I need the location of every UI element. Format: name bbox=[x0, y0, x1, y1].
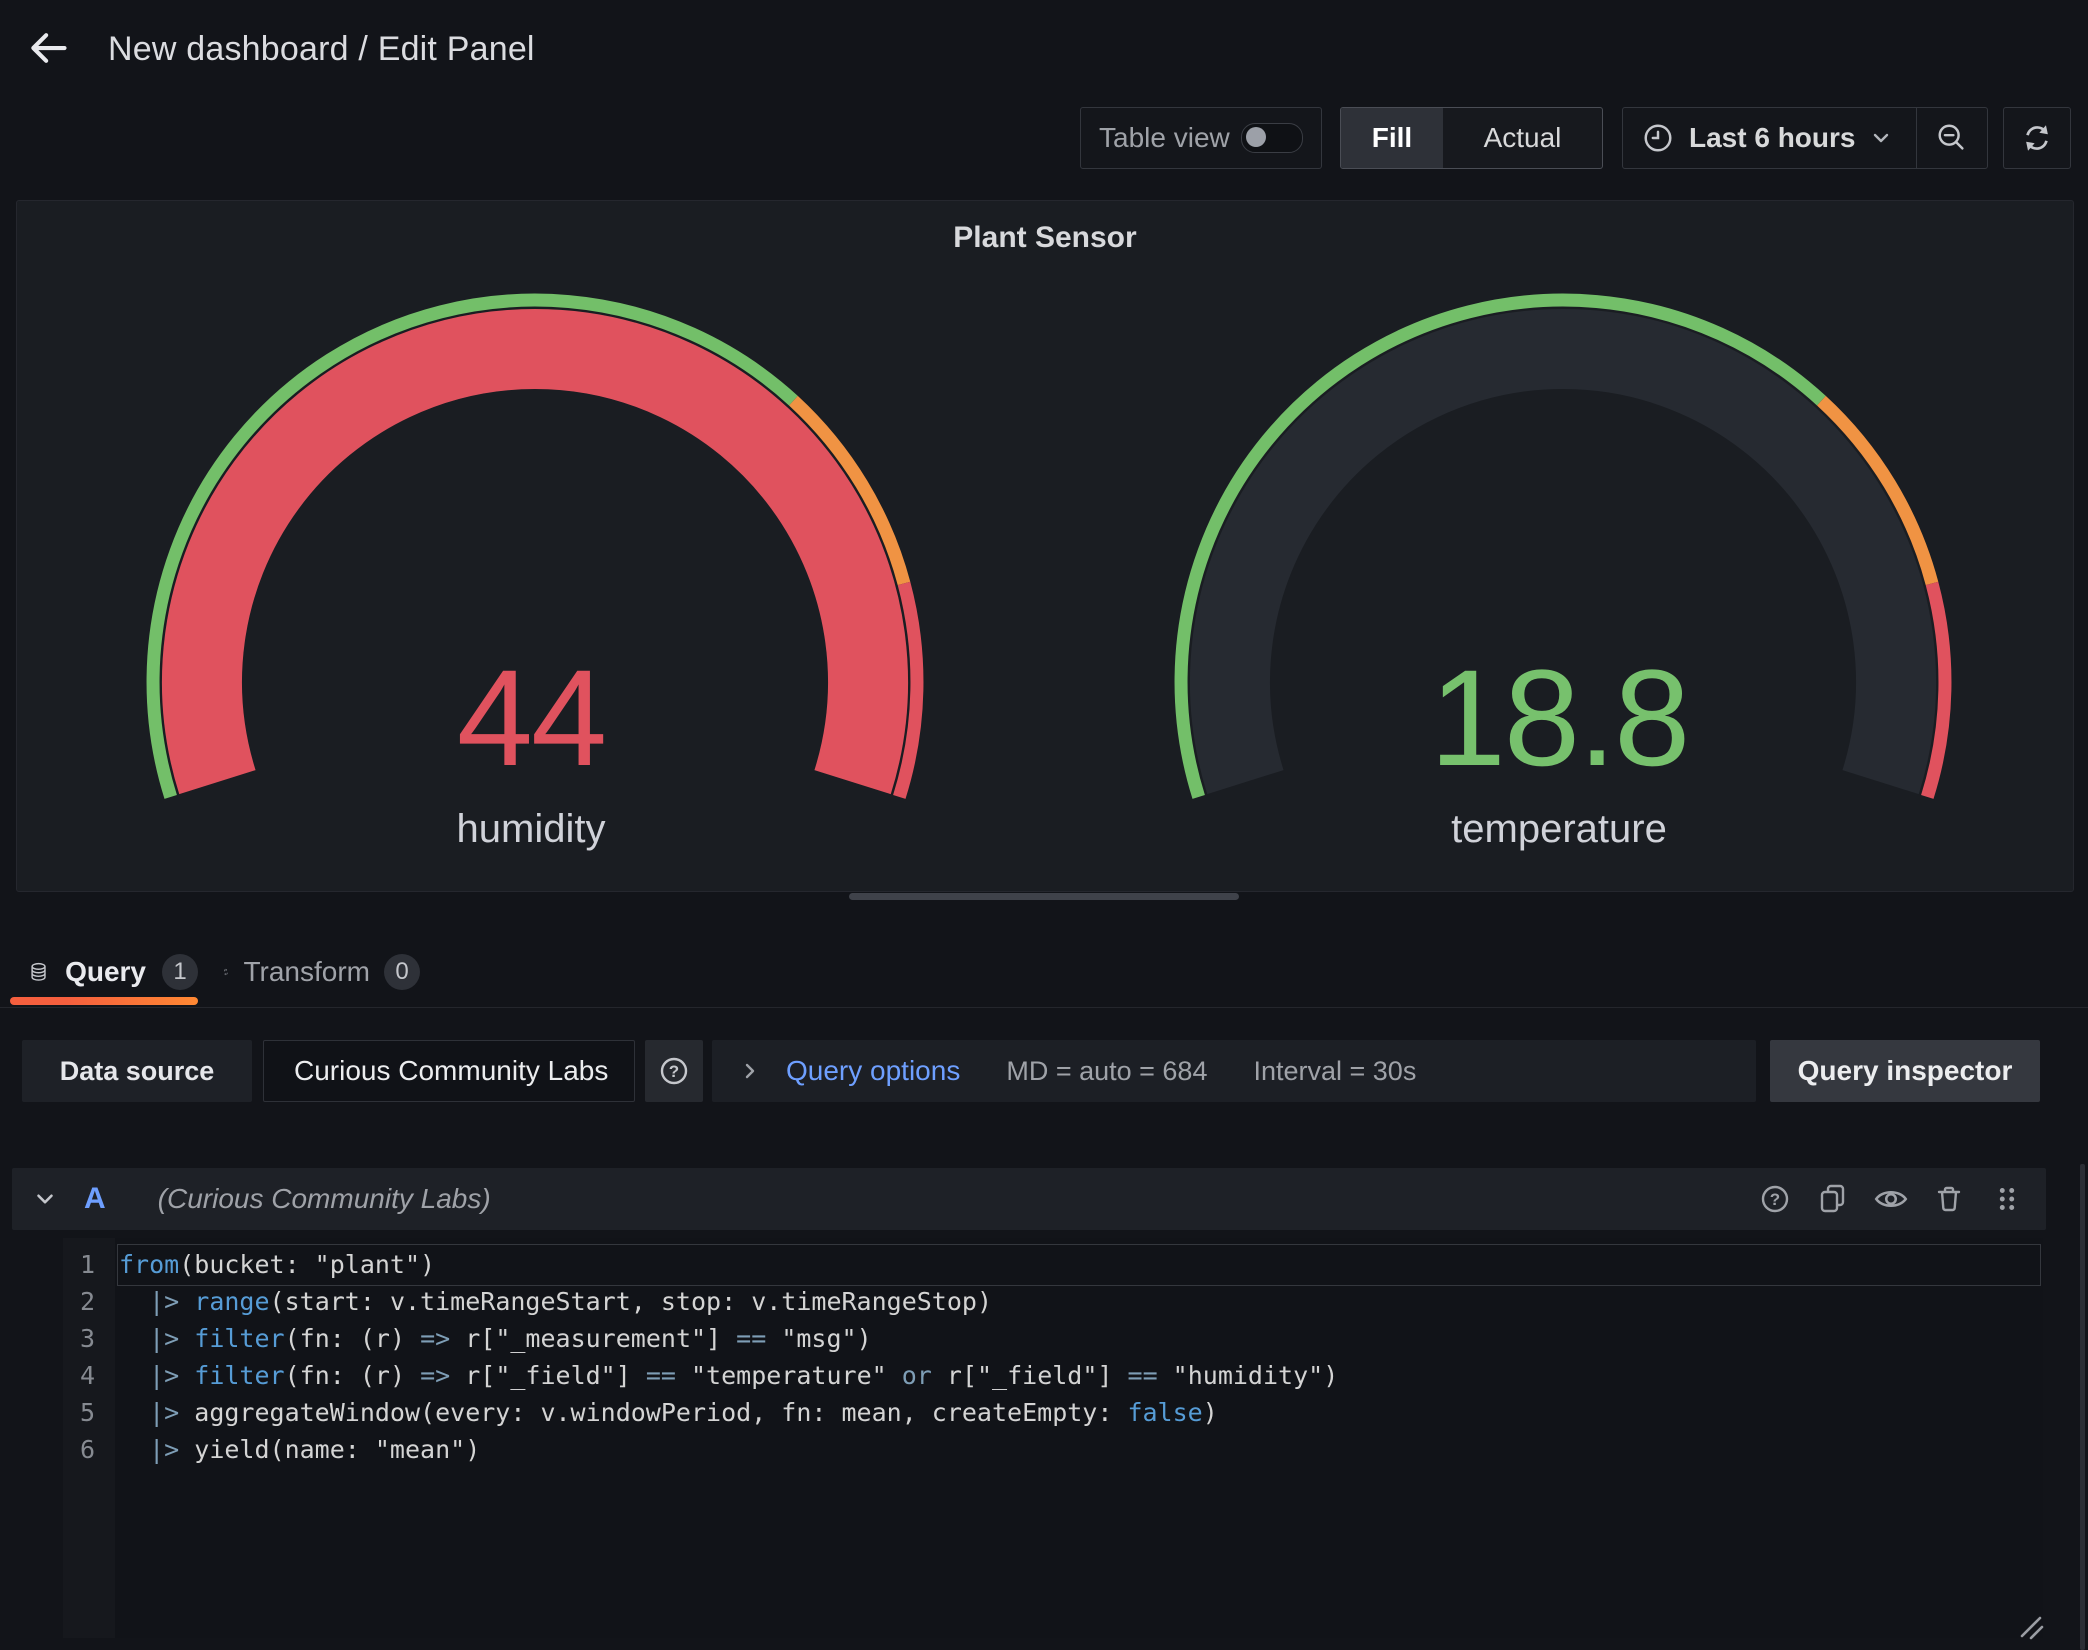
time-range-label: Last 6 hours bbox=[1689, 122, 1855, 154]
query-options-link[interactable]: Query options bbox=[786, 1055, 960, 1087]
query-inspector-button[interactable]: Query inspector bbox=[1770, 1040, 2040, 1102]
datasource-selected: Curious Community Labs bbox=[294, 1055, 608, 1087]
tab-transform-count: 0 bbox=[384, 954, 420, 990]
tabs-divider bbox=[0, 1007, 2088, 1008]
resize-grip-icon bbox=[2016, 1612, 2046, 1642]
query-options-bar: Query options MD = auto = 684 Interval =… bbox=[712, 1040, 1756, 1102]
temperature-label: temperature bbox=[1045, 809, 2073, 849]
max-data-points: MD = auto = 684 bbox=[1006, 1056, 1207, 1087]
back-button[interactable] bbox=[20, 22, 76, 74]
eye-icon bbox=[1872, 1180, 1910, 1218]
svg-text:?: ? bbox=[1770, 1190, 1780, 1209]
table-view-control: Table view bbox=[1080, 107, 1322, 169]
display-mode-switch: Fill Actual bbox=[1340, 107, 1603, 169]
page-title: New dashboard / Edit Panel bbox=[108, 30, 535, 69]
tab-query-label: Query bbox=[65, 956, 146, 988]
toggle-knob bbox=[1246, 127, 1266, 147]
time-range-picker[interactable]: Last 6 hours bbox=[1623, 108, 1916, 168]
datasource-picker[interactable]: Curious Community Labs bbox=[263, 1040, 635, 1102]
zoom-out-icon bbox=[1935, 121, 1969, 155]
query-row-header: A (Curious Community Labs) ? bbox=[12, 1168, 2046, 1230]
panel: Plant Sensor 44 18.8 humidity temperatur… bbox=[16, 200, 2074, 892]
actual-button[interactable]: Actual bbox=[1443, 108, 1602, 168]
grafana-edit-panel: New dashboard / Edit Panel Table view Fi… bbox=[0, 0, 2088, 1650]
query-row-actions: ? bbox=[1756, 1180, 2026, 1218]
drag-query-handle[interactable] bbox=[1988, 1180, 2026, 1218]
tab-transform-label: Transform bbox=[243, 956, 370, 988]
help-icon: ? bbox=[656, 1053, 692, 1089]
chevron-down-icon bbox=[1869, 126, 1893, 150]
transform-icon bbox=[222, 955, 229, 989]
datasource-help-button[interactable]: ? bbox=[645, 1040, 703, 1102]
database-icon bbox=[28, 954, 49, 990]
clock-icon bbox=[1641, 121, 1675, 155]
delete-query-button[interactable] bbox=[1930, 1180, 1968, 1218]
scrollbar[interactable] bbox=[2080, 1164, 2085, 1650]
trash-icon bbox=[1931, 1181, 1967, 1217]
temperature-value: 18.8 bbox=[1045, 650, 2073, 787]
fill-button[interactable]: Fill bbox=[1341, 108, 1443, 168]
collapse-chevron-icon[interactable] bbox=[32, 1186, 58, 1212]
time-range-control: Last 6 hours bbox=[1622, 107, 1988, 169]
svg-text:?: ? bbox=[669, 1062, 679, 1081]
active-tab-underline bbox=[10, 997, 198, 1005]
query-code-editor[interactable]: 1from(bucket: "plant")2 |> range(start: … bbox=[63, 1238, 2043, 1638]
tab-query-count: 1 bbox=[162, 954, 198, 990]
query-datasource-hint: (Curious Community Labs) bbox=[158, 1183, 491, 1215]
chevron-right-icon[interactable] bbox=[738, 1059, 762, 1083]
grip-dots-icon bbox=[1990, 1181, 2024, 1217]
humidity-value: 44 bbox=[17, 650, 1045, 787]
interval: Interval = 30s bbox=[1253, 1056, 1416, 1087]
panel-resize-handle[interactable] bbox=[849, 893, 1239, 900]
zoom-out-button[interactable] bbox=[1917, 108, 1987, 168]
tab-query[interactable]: Query 1 bbox=[10, 940, 198, 1004]
copy-icon bbox=[1815, 1181, 1851, 1217]
datasource-label: Data source bbox=[22, 1040, 252, 1102]
table-view-toggle[interactable] bbox=[1241, 123, 1303, 153]
table-view-label: Table view bbox=[1099, 122, 1230, 154]
tab-transform[interactable]: Transform 0 bbox=[210, 940, 420, 1004]
humidity-label: humidity bbox=[17, 809, 1045, 849]
refresh-icon bbox=[2020, 121, 2054, 155]
refresh-button[interactable] bbox=[2003, 107, 2071, 169]
query-ref-id[interactable]: A bbox=[84, 1182, 106, 1216]
back-arrow-icon bbox=[26, 26, 70, 70]
help-icon: ? bbox=[1757, 1181, 1793, 1217]
query-help-button[interactable]: ? bbox=[1756, 1180, 1794, 1218]
toggle-visibility-button[interactable] bbox=[1872, 1180, 1910, 1218]
code-lines: 1from(bucket: "plant")2 |> range(start: … bbox=[63, 1246, 2043, 1468]
editor-resize-grip[interactable] bbox=[2016, 1612, 2046, 1647]
duplicate-query-button[interactable] bbox=[1814, 1180, 1852, 1218]
